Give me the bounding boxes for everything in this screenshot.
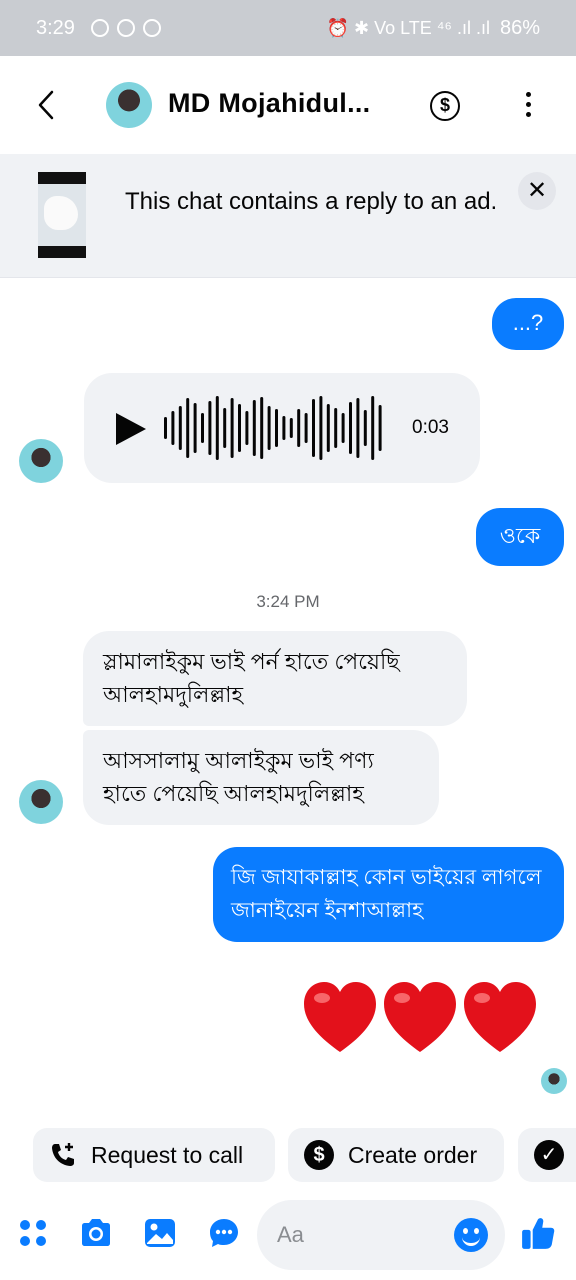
apps-grid-icon[interactable] <box>16 1216 50 1250</box>
waveform-bar <box>267 406 271 450</box>
heart-icon <box>464 982 536 1052</box>
waveform-bar <box>371 396 375 460</box>
status-time: 3:29 <box>36 16 75 39</box>
heart-highlight <box>394 993 410 1003</box>
hearts-message[interactable] <box>300 978 550 1058</box>
payment-dollar-icon[interactable]: $ <box>430 91 460 121</box>
phone-add-icon <box>52 1143 74 1166</box>
waveform-bar <box>252 400 256 456</box>
waveform-bar <box>171 411 175 445</box>
status-indicators: ⏰ ✱ Vo LTE ⁴⁶ .ıl .ıl <box>326 17 490 38</box>
voice-duration: 0:03 <box>412 417 449 438</box>
message-incoming-2[interactable]: আসসালামু আলাইকুম ভাই পণ্য হাতে পেয়েছি আ… <box>83 730 439 825</box>
contact-name[interactable]: MD Mojahidul... <box>168 88 370 119</box>
message-text: ওকে <box>499 523 541 548</box>
voice-message[interactable]: 0:03 <box>84 373 480 483</box>
request-call-label: Request to call <box>91 1141 244 1168</box>
create-order-label: Create order <box>348 1141 478 1168</box>
waveform-bar <box>201 413 204 443</box>
waveform-bar <box>356 398 360 458</box>
message-incoming-1[interactable]: স্লামালাইকুম ভাই পর্ন হাতে পেয়েছি আলহাম… <box>83 631 467 726</box>
waveform-bar <box>178 406 182 450</box>
waveform-bar <box>319 396 323 460</box>
play-icon[interactable] <box>116 413 146 445</box>
waveform-bar <box>245 411 249 445</box>
thumbs-up-icon[interactable] <box>520 1214 556 1252</box>
heart-icon <box>304 982 376 1052</box>
mark-done-button[interactable]: ✓ <box>518 1128 576 1182</box>
waveform-bar <box>193 403 197 453</box>
status-right: ⏰ ✱ Vo LTE ⁴⁶ .ıl .ıl 86% <box>327 17 540 40</box>
waveform-bar <box>186 398 190 458</box>
message-text: জি জাযাকাল্লাহ কোন ভাইয়ের লাগলে জানাইয়… <box>231 866 542 922</box>
waveform-bar <box>238 404 241 452</box>
waveform-bar <box>312 399 315 457</box>
waveform-graphic <box>164 396 382 460</box>
message-composer <box>0 1196 576 1280</box>
waveform-bar <box>260 397 264 459</box>
message-outgoing-question[interactable]: ...? <box>492 298 564 350</box>
waveform-bar <box>275 409 278 447</box>
battery-level: 86% <box>499 16 540 39</box>
heart-highlight <box>314 993 330 1003</box>
message-outgoing-reply[interactable]: জি জাযাকাল্লাহ কোন ভাইয়ের লাগলে জানাইয়… <box>213 847 564 942</box>
waveform-bar <box>208 401 212 455</box>
message-text: স্লামালাইকুম ভাই পর্ন হাতে পেয়েছি আলহাম… <box>103 649 400 707</box>
message-text: ...? <box>512 310 544 335</box>
waveform-bar <box>334 408 338 448</box>
ad-reply-banner: This chat contains a reply to an ad. ✕ <box>0 154 576 278</box>
waveform-bar <box>215 396 219 460</box>
waveform-bar <box>304 413 308 443</box>
chat-bubble-icon[interactable] <box>207 1216 241 1250</box>
waveform-bar <box>378 405 382 451</box>
sender-avatar[interactable] <box>19 439 63 483</box>
status-bar: 3:29 ⏰ ✱ Vo LTE ⁴⁶ .ıl .ıl 86% <box>0 0 576 56</box>
back-arrow-icon[interactable] <box>32 88 60 122</box>
message-timestamp: 3:24 PM <box>256 592 320 611</box>
message-outgoing-ok[interactable]: ওকে <box>476 508 564 566</box>
sender-avatar[interactable] <box>19 780 63 824</box>
contact-avatar[interactable] <box>106 82 152 128</box>
message-text: আসসালামু আলাইকুম ভাই পণ্য হাতে পেয়েছি আ… <box>103 748 374 806</box>
chat-header: MD Mojahidul... $ <box>0 56 576 154</box>
waveform-bar <box>289 418 293 438</box>
gallery-icon[interactable] <box>143 1216 177 1250</box>
sync-icon <box>116 19 135 37</box>
request-call-button[interactable]: Request to call <box>33 1128 275 1182</box>
heart-highlight <box>474 993 490 1003</box>
heart-icon <box>384 982 456 1052</box>
waveform-bar <box>341 413 345 443</box>
dollar-icon: $ <box>304 1140 334 1170</box>
waveform-bar <box>282 416 286 440</box>
messenger-icon <box>142 19 161 37</box>
emoji-icon[interactable] <box>454 1218 488 1252</box>
waveform-bar <box>363 410 367 446</box>
waveform-bar <box>349 402 352 454</box>
quick-actions-bar: Request to call $ Create order ✓ <box>0 1128 576 1182</box>
check-icon: ✓ <box>534 1140 564 1170</box>
waveform-bar <box>230 398 234 458</box>
whatsapp-icon <box>90 19 109 37</box>
camera-icon[interactable] <box>79 1216 113 1250</box>
waveform-bar <box>223 408 227 448</box>
waveform-bar <box>297 409 301 447</box>
ad-thumbnail[interactable] <box>38 172 86 258</box>
waveform-bar <box>326 404 330 452</box>
create-order-button[interactable]: $ Create order <box>288 1128 504 1182</box>
waveform-bar <box>164 417 167 439</box>
ad-banner-text: This chat contains a reply to an ad. <box>125 188 498 215</box>
status-left: 3:29 <box>36 17 161 40</box>
seen-indicator-avatar <box>541 1068 567 1094</box>
more-options-icon[interactable] <box>522 92 534 120</box>
close-banner-button[interactable]: ✕ <box>518 172 556 210</box>
